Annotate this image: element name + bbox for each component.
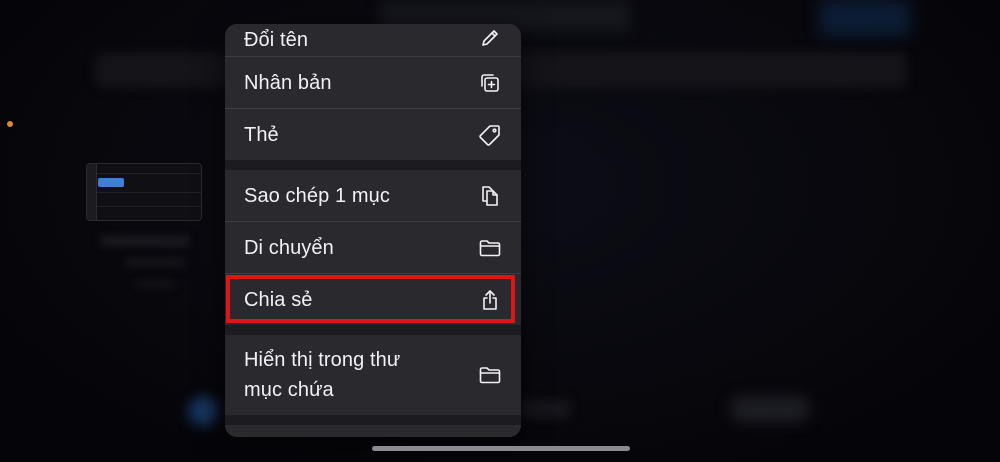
folder-icon [478, 363, 502, 387]
menu-item-label: Di chuyển [244, 236, 334, 259]
menu-item-label: Sao chép 1 mục [244, 184, 390, 207]
background-tab-button [730, 396, 810, 422]
thumbnail-track-line [97, 173, 201, 174]
menu-item-label: Thẻ [244, 123, 279, 146]
background-toolbar-right [820, 0, 910, 36]
menu-section-separator [225, 325, 521, 335]
duplicate-icon [478, 71, 502, 95]
menu-item-label: Nhân bản [244, 71, 332, 94]
notification-dot [7, 121, 13, 127]
menu-item-move[interactable]: Di chuyển [225, 222, 521, 273]
background-project-size [135, 280, 175, 288]
context-menu: Đổi tên Nhân bản Thẻ Sao chép 1 mục Di c… [225, 24, 521, 437]
menu-item-label: Chia sẻ [244, 288, 313, 311]
copy-doc-icon [478, 184, 502, 208]
menu-item-copy[interactable]: Sao chép 1 mục [225, 170, 521, 221]
project-thumbnail[interactable] [86, 163, 202, 221]
thumbnail-track-line [97, 192, 201, 193]
menu-item-label-line1: Hiển thị trong thư [244, 349, 401, 371]
menu-item-rename[interactable]: Đổi tên [225, 24, 521, 52]
menu-item-show-in-folder[interactable]: Hiển thị trong thư mục chứa [225, 335, 521, 415]
menu-item-tags[interactable]: Thẻ [225, 109, 521, 160]
background-project-title [100, 236, 190, 246]
folder-icon [478, 236, 502, 260]
menu-item-label: Đổi tên [244, 29, 309, 51]
menu-item-duplicate[interactable]: Nhân bản [225, 57, 521, 108]
menu-item-label: Hiển thị trong thư mục chứa [244, 345, 400, 405]
home-indicator[interactable] [372, 446, 630, 451]
share-icon [478, 288, 502, 312]
background-tab-label [520, 400, 570, 418]
menu-item-partial [225, 425, 521, 437]
menu-section-separator [225, 415, 521, 425]
thumbnail-audio-region [98, 178, 124, 187]
menu-item-share[interactable]: Chia sẻ [225, 274, 521, 325]
menu-section-separator [225, 160, 521, 170]
background-project-date [125, 258, 185, 267]
thumbnail-track-header [87, 164, 97, 220]
thumbnail-track-line [97, 206, 201, 207]
tag-icon [478, 123, 502, 147]
background-tab-icon [188, 396, 218, 426]
pencil-icon [478, 26, 502, 50]
menu-item-label-line2: mục chứa [244, 379, 334, 401]
screen: Đổi tên Nhân bản Thẻ Sao chép 1 mục Di c… [0, 0, 1000, 462]
